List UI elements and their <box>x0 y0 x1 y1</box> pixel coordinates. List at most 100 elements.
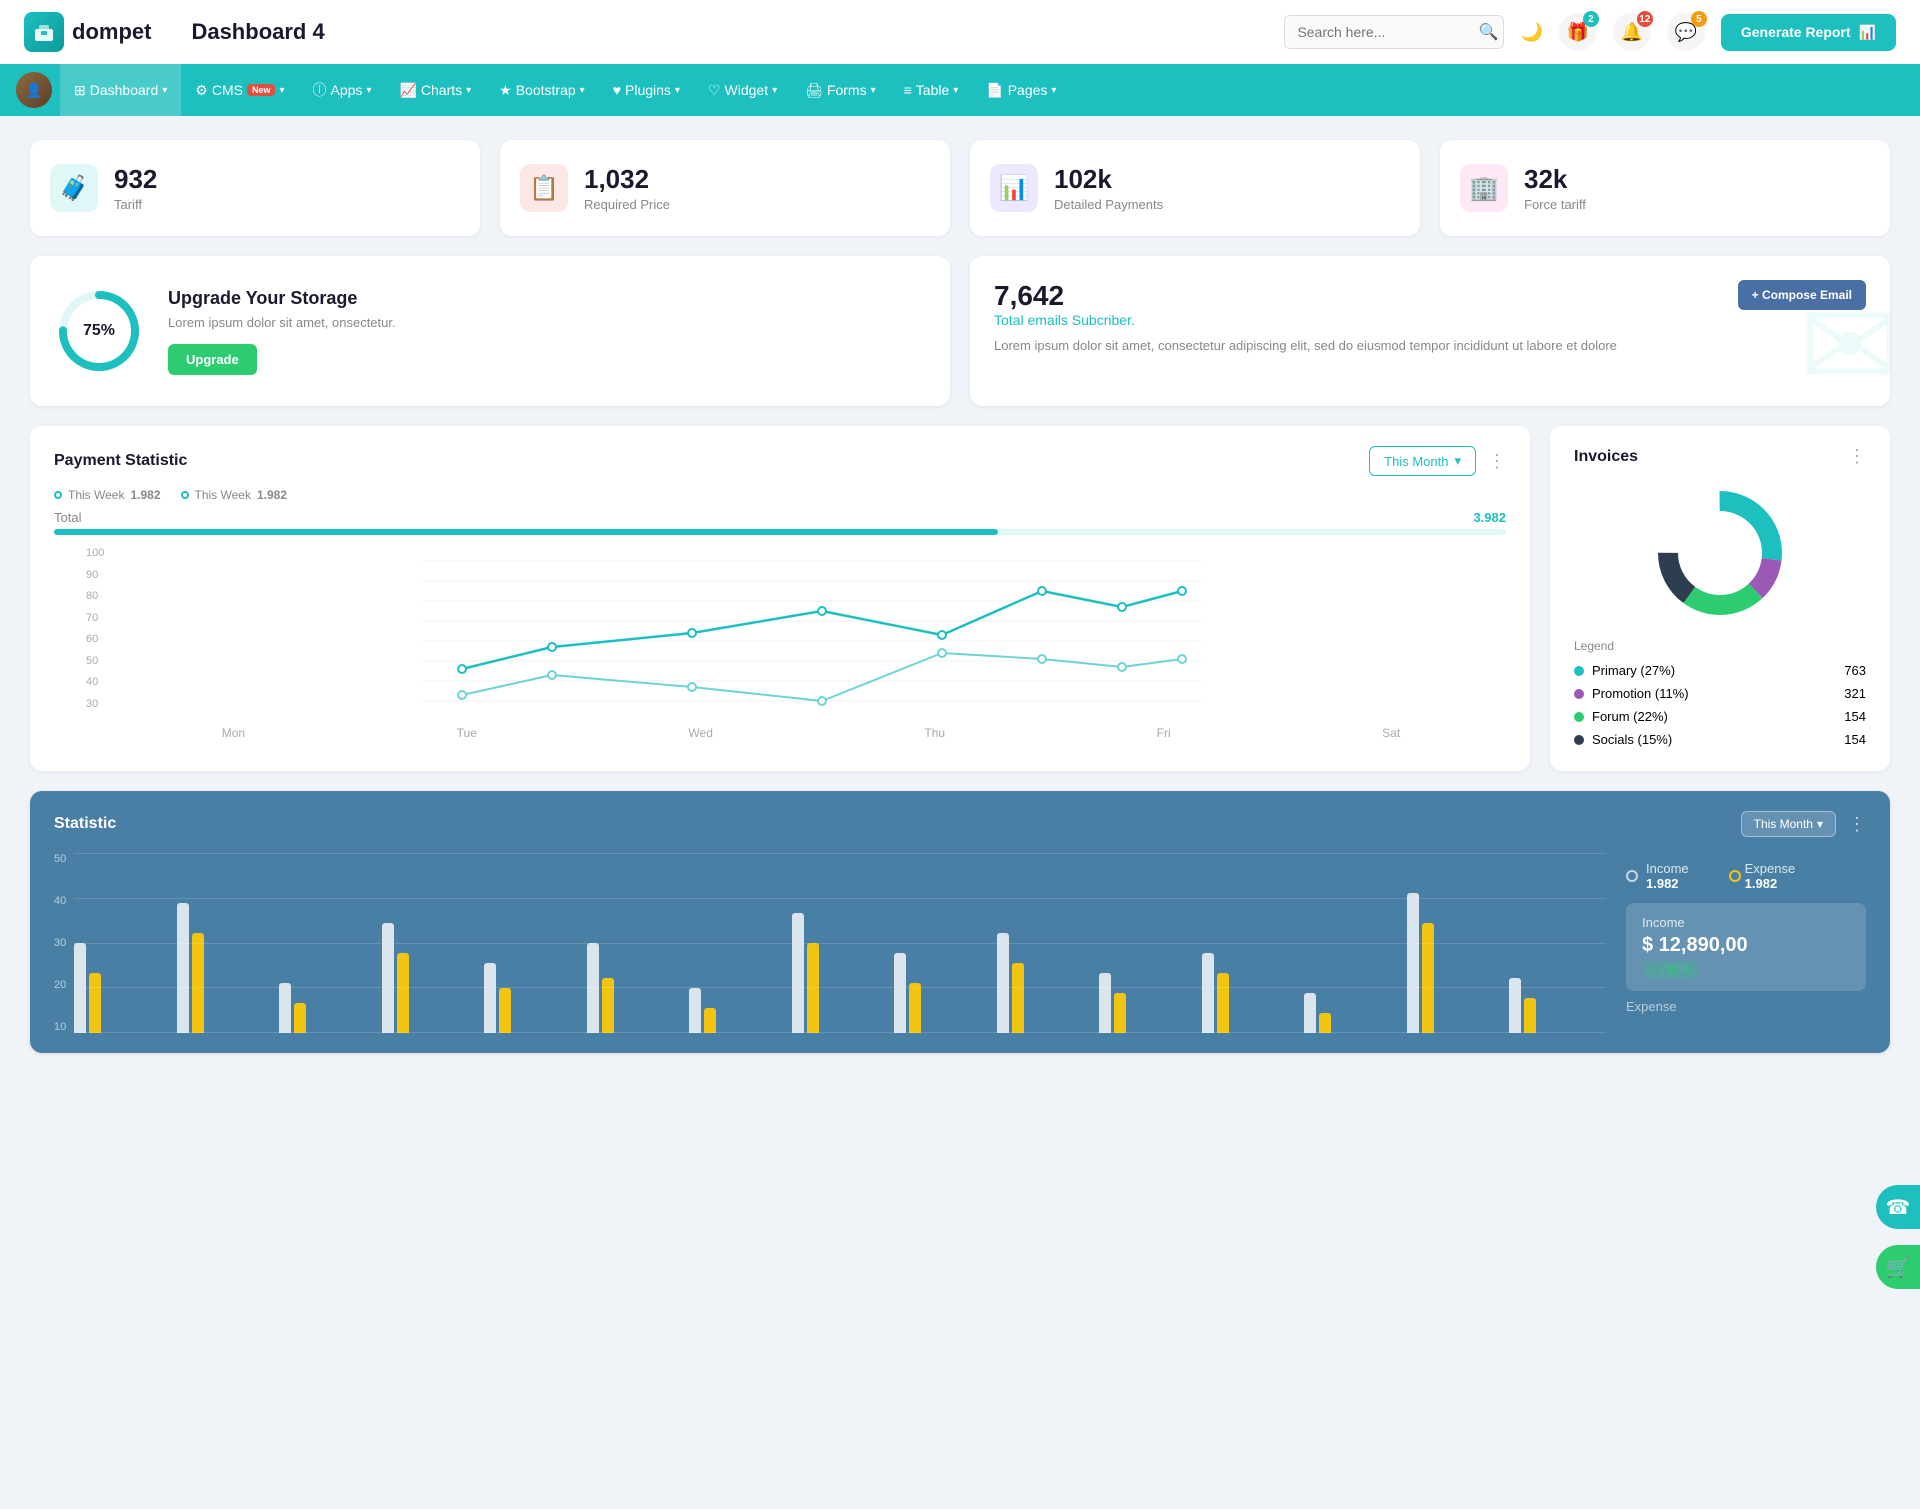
support-fab[interactable]: ☎ <box>1876 1185 1920 1229</box>
page-title: Dashboard 4 <box>191 19 324 45</box>
nav-item-apps[interactable]: ⓘ Apps ▾ <box>299 64 386 116</box>
search-box[interactable]: 🔍 <box>1284 15 1504 49</box>
legend-label-2: This Week <box>195 488 251 502</box>
statistic-month-button[interactable]: This Month ▾ <box>1741 811 1836 837</box>
moon-icon[interactable]: 🌙 <box>1520 22 1542 43</box>
compose-email-button[interactable]: + Compose Email <box>1738 280 1866 310</box>
header: dompet Dashboard 4 🔍 🌙 🎁 2 🔔 12 💬 5 Gene… <box>0 0 1920 64</box>
x-axis-labels: Mon Tue Wed Thu Fri Sat <box>86 726 1506 740</box>
income-expense-row: Income 1.982 Expense 1.982 <box>1626 861 1866 891</box>
bar-group-6 <box>587 943 684 1033</box>
expense-box-placeholder: Expense <box>1626 999 1866 1014</box>
bar-white <box>792 913 804 1033</box>
logo[interactable]: dompet <box>24 12 151 52</box>
tariff-label: Tariff <box>114 197 157 212</box>
stat-card-payments: 📊 102k Detailed Payments <box>970 140 1420 236</box>
force-value: 32k <box>1524 164 1586 195</box>
bar-white <box>1304 993 1316 1033</box>
legend-color-promotion <box>1574 689 1584 699</box>
chart-legend: This Week 1.982 This Week 1.982 <box>54 488 1506 502</box>
widget-icon: ♡ <box>708 82 721 99</box>
legend-item-socials: Socials (15%) 154 <box>1574 728 1866 751</box>
nav-item-cms[interactable]: ⚙ CMS New ▾ <box>181 64 298 116</box>
header-right: 🔍 🌙 🎁 2 🔔 12 💬 5 Generate Report 📊 <box>1284 13 1896 51</box>
bar-white <box>689 988 701 1033</box>
bar-white <box>1202 953 1214 1033</box>
bar-group-12 <box>1202 953 1299 1033</box>
bar-yellow <box>909 983 921 1033</box>
upgrade-button[interactable]: Upgrade <box>168 344 257 375</box>
pages-icon: 📄 <box>986 82 1003 99</box>
generate-report-button[interactable]: Generate Report 📊 <box>1721 14 1896 51</box>
email-count: 7,642 <box>994 280 1617 312</box>
nav-item-widget[interactable]: ♡ Widget ▾ <box>694 64 791 116</box>
chat-button[interactable]: 💬 5 <box>1667 13 1705 51</box>
bar-chart-area <box>74 853 1606 1033</box>
bell-button[interactable]: 🔔 12 <box>1613 13 1651 51</box>
gift-button[interactable]: 🎁 2 <box>1559 13 1597 51</box>
bar-white <box>1099 973 1111 1033</box>
donut-svg <box>1650 483 1790 623</box>
bar-yellow <box>1012 963 1024 1033</box>
nav-avatar: 👤 <box>16 72 52 108</box>
cart-icon: 🛒 <box>1886 1255 1911 1280</box>
invoices-card: Invoices ⋮ Legend <box>1550 426 1890 771</box>
dot-teal-2 <box>181 491 189 499</box>
price-label: Required Price <box>584 197 670 212</box>
nav-item-table[interactable]: ≡ Table ▾ <box>890 64 973 116</box>
bar-white <box>997 933 1009 1033</box>
stat-card-force: 🏢 32k Force tariff <box>1440 140 1890 236</box>
bar-group-11 <box>1099 973 1196 1033</box>
this-month-label: This Month <box>1384 454 1448 469</box>
bootstrap-icon: ★ <box>499 82 512 99</box>
bar-group-1 <box>74 943 171 1033</box>
chevron-down-icon: ▾ <box>162 85 167 96</box>
bar-white <box>1407 893 1419 1033</box>
this-month-button[interactable]: This Month ▾ <box>1369 446 1476 476</box>
nav-item-bootstrap[interactable]: ★ Bootstrap ▾ <box>485 64 599 116</box>
bar-group-15 <box>1509 978 1606 1033</box>
nav-item-charts[interactable]: 📈 Charts ▾ <box>385 64 485 116</box>
support-icon: ☎ <box>1886 1195 1911 1220</box>
bar-group-2 <box>177 903 274 1033</box>
search-icon: 🔍 <box>1478 22 1498 42</box>
price-icon: 📋 <box>520 164 568 212</box>
payment-chart-title: Payment Statistic <box>54 452 187 470</box>
income-change-badge: ↑ +15% <box>1642 961 1699 979</box>
nav-item-forms[interactable]: 🖨 Forms ▾ <box>791 64 889 116</box>
nav-label-forms: Forms <box>827 82 867 98</box>
search-input[interactable] <box>1297 24 1478 40</box>
bar-white <box>484 963 496 1033</box>
invoices-more-icon[interactable]: ⋮ <box>1848 446 1866 467</box>
nav-item-dashboard[interactable]: ⊞ Dashboard ▾ <box>60 64 181 116</box>
bar-yellow <box>192 933 204 1033</box>
legend-label-promotion: Promotion (11%) <box>1592 686 1689 701</box>
chart-header-right: This Month ▾ ⋮ <box>1369 446 1506 476</box>
bar-yellow <box>704 1008 716 1033</box>
total-value: 3.982 <box>1473 510 1506 525</box>
bar-group-3 <box>279 983 376 1033</box>
income-box-title: Income <box>1642 915 1850 930</box>
dot-teal-1 <box>54 491 62 499</box>
statistic-more-icon[interactable]: ⋮ <box>1848 814 1866 835</box>
statistic-card: Statistic This Month ▾ ⋮ 50 40 30 20 10 <box>30 791 1890 1053</box>
y-axis-labels: 100 90 80 70 60 50 40 30 <box>86 547 112 710</box>
statistic-header: Statistic This Month ▾ ⋮ <box>54 811 1866 837</box>
more-options-icon[interactable]: ⋮ <box>1488 451 1506 472</box>
chart-card-header: Payment Statistic This Month ▾ ⋮ <box>54 446 1506 476</box>
cart-fab[interactable]: 🛒 <box>1876 1245 1920 1289</box>
bar-white <box>587 943 599 1033</box>
nav-item-plugins[interactable]: ♥ Plugins ▾ <box>599 64 694 116</box>
nav-item-pages[interactable]: 📄 Pages ▾ <box>972 64 1070 116</box>
stat-card-price: 📋 1,032 Required Price <box>500 140 950 236</box>
progress-bar <box>54 529 1506 535</box>
tariff-icon: 🧳 <box>50 164 98 212</box>
bar-white <box>279 983 291 1033</box>
legend-value-promotion: 321 <box>1844 686 1866 701</box>
income-box: Income $ 12,890,00 ↑ +15% <box>1626 903 1866 991</box>
nav-label-charts: Charts <box>421 82 462 98</box>
chevron-down-icon-widget: ▾ <box>772 85 777 96</box>
charts-row: Payment Statistic This Month ▾ ⋮ This We… <box>30 426 1890 771</box>
dashboard-icon: ⊞ <box>74 82 86 99</box>
legend-value-socials: 154 <box>1844 732 1866 747</box>
